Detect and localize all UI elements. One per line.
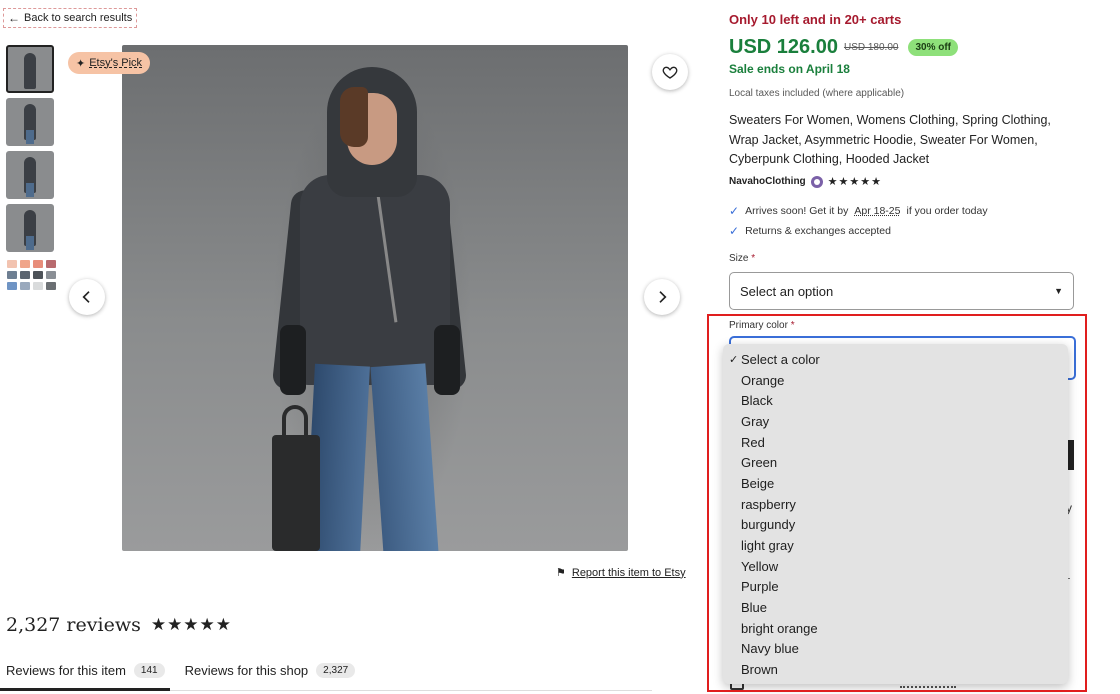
tab-reviews-item[interactable]: Reviews for this item 141 (6, 658, 165, 682)
next-image-button[interactable] (644, 279, 680, 315)
color-swatch (20, 260, 30, 268)
color-option[interactable]: Select a color (723, 349, 1068, 370)
tab-reviews-shop[interactable]: Reviews for this shop 2,327 (185, 658, 356, 682)
color-swatch-thumbnail[interactable] (6, 257, 56, 305)
main-product-image (122, 45, 628, 551)
reviews-heading: 2,327 reviews ★★★★★ (6, 614, 232, 636)
chevron-right-icon (659, 291, 667, 303)
caret-down-icon: ▼ (1054, 286, 1063, 296)
color-option[interactable]: light gray (723, 535, 1068, 556)
product-title: Sweaters For Women, Womens Clothing, Spr… (729, 113, 1051, 166)
thumbnail-strip (6, 45, 56, 305)
color-swatch (7, 271, 17, 279)
color-option[interactable]: Gray (723, 411, 1068, 432)
obscured-link-underline (900, 686, 956, 688)
color-swatch (7, 260, 17, 268)
color-option[interactable]: Beige (723, 473, 1068, 494)
color-swatch (46, 282, 56, 290)
color-option[interactable]: Brown (723, 659, 1068, 680)
stock-note: Only 10 left and in 20+ carts (729, 12, 902, 27)
size-label-text: Size (729, 253, 749, 264)
arrival-suffix: if you order today (906, 205, 988, 217)
color-swatch (20, 282, 30, 290)
primary-color-dropdown-list: Select a colorOrangeBlackGrayRedGreenBei… (723, 344, 1068, 684)
color-option[interactable]: Black (723, 390, 1068, 411)
thumbnail-image[interactable] (6, 151, 54, 199)
seller-row: NavahoClothing ★★★★★ (729, 175, 882, 188)
report-item-link[interactable]: ⚑ Report this item to Etsy (556, 566, 686, 580)
previous-image-button[interactable] (69, 279, 105, 315)
color-option[interactable]: Green (723, 452, 1068, 473)
etsys-pick-label: Etsy's Pick (89, 57, 143, 69)
arrival-dates[interactable]: Apr 18-25 (854, 205, 900, 217)
color-swatch (33, 282, 43, 290)
heart-icon (662, 66, 678, 79)
back-link-label: Back to search results (24, 12, 133, 24)
color-swatch (46, 260, 56, 268)
report-link-label: Report this item to Etsy (571, 566, 686, 579)
size-select[interactable]: Select an option ▼ (729, 272, 1074, 310)
flag-icon: ⚑ (556, 567, 566, 579)
count-badge: 2,327 (316, 662, 356, 678)
required-mark: * (790, 320, 795, 331)
price-row: USD 126.00 USD 180.00 30% off (729, 36, 959, 59)
color-option[interactable]: burgundy (723, 515, 1068, 536)
color-swatch (7, 282, 17, 290)
color-option[interactable]: bright orange (723, 618, 1068, 639)
color-option[interactable]: Red (723, 432, 1068, 453)
returns-perk: ✓ Returns & exchanges accepted (729, 224, 891, 238)
required-mark: * (751, 253, 756, 264)
size-select-value: Select an option (740, 283, 834, 299)
reviews-count-label: 2,327 reviews (6, 614, 141, 636)
seller-rating-stars[interactable]: ★★★★★ (828, 175, 882, 188)
color-option[interactable]: Navy blue (723, 639, 1068, 660)
color-option[interactable]: Yellow (723, 556, 1068, 577)
active-tab-indicator (0, 688, 170, 691)
sale-ends-note: Sale ends on April 18 (729, 62, 850, 76)
tab-label: Reviews for this shop (184, 662, 309, 678)
favorite-button[interactable] (652, 54, 688, 90)
primary-color-label-text: Primary color (729, 320, 788, 331)
original-price: USD 180.00 (843, 42, 899, 53)
color-option[interactable]: Purple (723, 577, 1068, 598)
rating-stars: ★★★★★ (150, 615, 233, 635)
color-swatch (33, 271, 43, 279)
thumbnail-image[interactable] (6, 98, 54, 146)
reviews-tabs: Reviews for this item 141 Reviews for th… (6, 658, 356, 682)
count-badge: 141 (133, 662, 165, 678)
chevron-left-icon (82, 291, 90, 303)
sparkle-icon: ✦ (76, 57, 86, 70)
color-option[interactable]: Blue (723, 597, 1068, 618)
etsys-pick-badge[interactable]: ✦ Etsy's Pick (68, 52, 151, 74)
color-swatch (46, 271, 56, 279)
arrival-perk: ✓ Arrives soon! Get it by Apr 18-25 if y… (729, 204, 988, 218)
thumbnail-image[interactable] (6, 204, 54, 252)
star-seller-icon (810, 175, 823, 188)
returns-label: Returns & exchanges accepted (745, 225, 891, 237)
color-option[interactable]: raspberry (723, 494, 1068, 515)
sale-price: USD 126.00 (729, 36, 838, 58)
checkmark-icon: ✓ (729, 204, 740, 218)
tab-label: Reviews for this item (6, 662, 126, 678)
taxes-note: Local taxes included (where applicable) (729, 88, 905, 99)
discount-badge: 30% off (908, 39, 959, 56)
color-swatch (33, 260, 43, 268)
arrow-left-icon: ← (8, 11, 20, 25)
size-label: Size * (729, 253, 755, 264)
arrival-prefix: Arrives soon! Get it by (745, 205, 849, 217)
back-to-search-link[interactable]: ← Back to search results (3, 8, 138, 28)
primary-color-label: Primary color * (729, 320, 795, 331)
color-swatch (20, 271, 30, 279)
thumbnail-image[interactable] (6, 45, 54, 93)
seller-name-link[interactable]: NavahoClothing (729, 176, 806, 187)
color-option[interactable]: Orange (723, 370, 1068, 391)
checkmark-icon: ✓ (729, 224, 740, 238)
